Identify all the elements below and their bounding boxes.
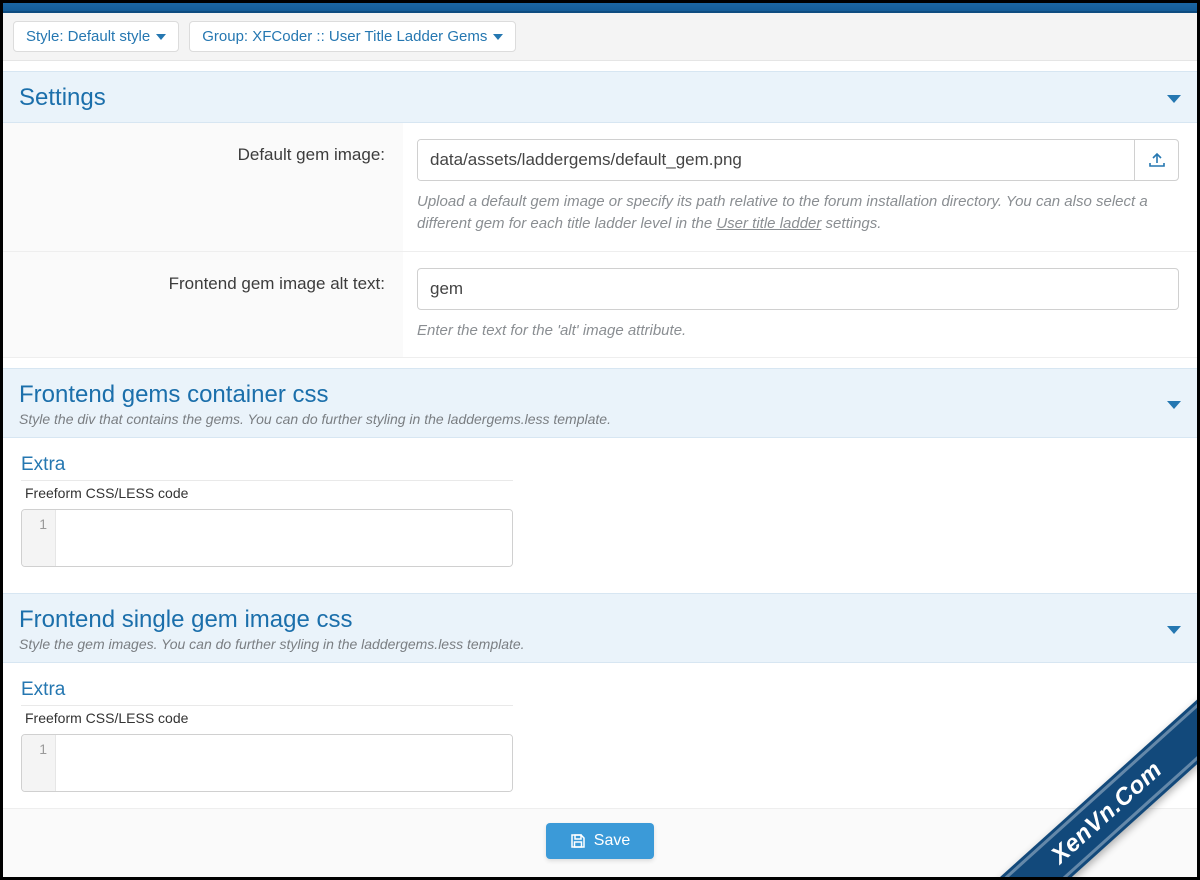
code-gutter: 1 xyxy=(22,735,56,791)
footer: Save xyxy=(3,808,1197,877)
collapse-icon[interactable] xyxy=(1167,399,1181,409)
filter-bar: Style: Default style Group: XFCoder :: U… xyxy=(3,13,1197,61)
collapse-icon[interactable] xyxy=(1167,624,1181,634)
topbar-accent xyxy=(3,3,1197,13)
extra-block-container-css: Extra Freeform CSS/LESS code 1 xyxy=(3,438,1197,583)
label-default-gem-image: Default gem image: xyxy=(3,123,403,251)
link-user-title-ladder[interactable]: User title ladder xyxy=(716,215,821,232)
save-button[interactable]: Save xyxy=(546,823,654,859)
extra-sub: Freeform CSS/LESS code xyxy=(21,485,1179,501)
label-alt-text: Frontend gem image alt text: xyxy=(3,252,403,358)
extra-block-image-css: Extra Freeform CSS/LESS code 1 xyxy=(3,663,1197,808)
code-editor-container-css[interactable]: 1 xyxy=(21,509,513,567)
upload-icon xyxy=(1147,151,1167,169)
extra-title: Extra xyxy=(21,454,513,481)
caret-down-icon xyxy=(156,34,166,40)
code-area[interactable] xyxy=(56,510,512,566)
hint-alt-text: Enter the text for the 'alt' image attri… xyxy=(417,320,1179,342)
section-sub-image-css: Style the gem images. You can do further… xyxy=(19,636,525,652)
code-gutter: 1 xyxy=(22,510,56,566)
group-selector[interactable]: Group: XFCoder :: User Title Ladder Gems xyxy=(189,21,516,52)
section-header-container-css[interactable]: Frontend gems container css Style the di… xyxy=(3,368,1197,438)
section-header-settings[interactable]: Settings xyxy=(3,71,1197,123)
section-title-container-css: Frontend gems container css xyxy=(19,381,611,409)
section-header-image-css[interactable]: Frontend single gem image css Style the … xyxy=(3,593,1197,663)
section-title-settings: Settings xyxy=(19,84,106,112)
input-default-gem-image[interactable] xyxy=(418,140,1134,180)
hint-default-gem-image: Upload a default gem image or specify it… xyxy=(417,191,1179,235)
section-title-image-css: Frontend single gem image css xyxy=(19,606,525,634)
collapse-icon[interactable] xyxy=(1167,93,1181,103)
section-sub-container-css: Style the div that contains the gems. Yo… xyxy=(19,411,611,427)
extra-sub: Freeform CSS/LESS code xyxy=(21,710,1179,726)
caret-down-icon xyxy=(493,34,503,40)
code-area[interactable] xyxy=(56,735,512,791)
input-alt-text[interactable] xyxy=(417,268,1179,310)
input-wrap-default-gem-image xyxy=(417,139,1179,181)
style-selector[interactable]: Style: Default style xyxy=(13,21,179,52)
upload-button[interactable] xyxy=(1134,140,1178,180)
style-selector-label: Style: Default style xyxy=(26,28,150,45)
save-disk-icon xyxy=(570,833,586,849)
code-editor-image-css[interactable]: 1 xyxy=(21,734,513,792)
row-alt-text: Frontend gem image alt text: Enter the t… xyxy=(3,252,1197,359)
row-default-gem-image: Default gem image: Upload a default gem … xyxy=(3,123,1197,252)
save-button-label: Save xyxy=(594,832,630,850)
extra-title: Extra xyxy=(21,679,513,706)
group-selector-label: Group: XFCoder :: User Title Ladder Gems xyxy=(202,28,487,45)
